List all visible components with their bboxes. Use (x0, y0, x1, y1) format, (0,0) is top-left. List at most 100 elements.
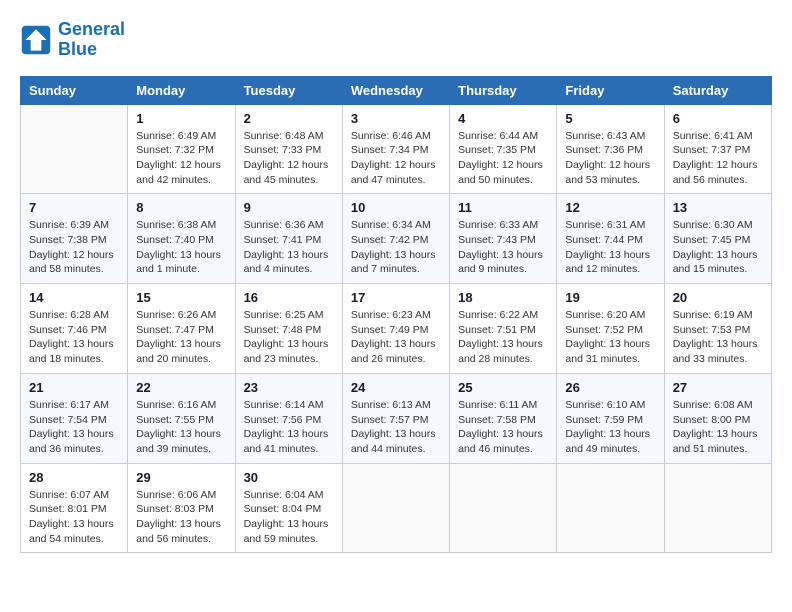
weekday-header: Wednesday (342, 76, 449, 104)
calendar-day-cell: 21 Sunrise: 6:17 AM Sunset: 7:54 PM Dayli… (21, 373, 128, 463)
day-number: 6 (673, 111, 763, 126)
day-info: Sunrise: 6:30 AM Sunset: 7:45 PM Dayligh… (673, 218, 763, 277)
day-info: Sunrise: 6:04 AM Sunset: 8:04 PM Dayligh… (244, 488, 334, 547)
day-info: Sunrise: 6:13 AM Sunset: 7:57 PM Dayligh… (351, 398, 441, 457)
weekday-header: Monday (128, 76, 235, 104)
calendar-day-cell: 25 Sunrise: 6:11 AM Sunset: 7:58 PM Dayli… (450, 373, 557, 463)
day-number: 25 (458, 380, 548, 395)
weekday-header: Thursday (450, 76, 557, 104)
calendar-week-row: 1Sunrise: 6:49 AM Sunset: 7:32 PM Daylig… (21, 104, 772, 194)
day-number: 24 (351, 380, 441, 395)
calendar-day-cell: 16 Sunrise: 6:25 AM Sunset: 7:48 PM Dayli… (235, 284, 342, 374)
calendar-day-cell: 8 Sunrise: 6:38 AM Sunset: 7:40 PM Daylig… (128, 194, 235, 284)
calendar-day-cell: 12Sunrise: 6:31 AM Sunset: 7:44 PM Dayli… (557, 194, 664, 284)
weekday-header: Sunday (21, 76, 128, 104)
calendar-day-cell: 23Sunrise: 6:14 AM Sunset: 7:56 PM Dayli… (235, 373, 342, 463)
logo-text: General Blue (58, 20, 125, 60)
day-number: 7 (29, 200, 119, 215)
calendar-week-row: 7 Sunrise: 6:39 AM Sunset: 7:38 PM Daylig… (21, 194, 772, 284)
calendar-day-cell: 28 Sunrise: 6:07 AM Sunset: 8:01 PM Dayli… (21, 463, 128, 553)
calendar-week-row: 28 Sunrise: 6:07 AM Sunset: 8:01 PM Dayli… (21, 463, 772, 553)
calendar-day-cell: 14 Sunrise: 6:28 AM Sunset: 7:46 PM Dayli… (21, 284, 128, 374)
day-number: 23 (244, 380, 334, 395)
calendar-day-cell: 20Sunrise: 6:19 AM Sunset: 7:53 PM Dayli… (664, 284, 771, 374)
day-number: 14 (29, 290, 119, 305)
day-info: Sunrise: 6:28 AM Sunset: 7:46 PM Dayligh… (29, 308, 119, 367)
calendar-day-cell: 3 Sunrise: 6:46 AM Sunset: 7:34 PM Daylig… (342, 104, 449, 194)
day-info: Sunrise: 6:46 AM Sunset: 7:34 PM Dayligh… (351, 129, 441, 188)
weekday-header: Saturday (664, 76, 771, 104)
calendar-day-cell: 5 Sunrise: 6:43 AM Sunset: 7:36 PM Daylig… (557, 104, 664, 194)
calendar-day-cell: 17Sunrise: 6:23 AM Sunset: 7:49 PM Dayli… (342, 284, 449, 374)
calendar-day-cell: 6 Sunrise: 6:41 AM Sunset: 7:37 PM Daylig… (664, 104, 771, 194)
calendar-day-cell: 30 Sunrise: 6:04 AM Sunset: 8:04 PM Dayli… (235, 463, 342, 553)
day-info: Sunrise: 6:07 AM Sunset: 8:01 PM Dayligh… (29, 488, 119, 547)
day-info: Sunrise: 6:44 AM Sunset: 7:35 PM Dayligh… (458, 129, 548, 188)
calendar-day-cell: 19Sunrise: 6:20 AM Sunset: 7:52 PM Dayli… (557, 284, 664, 374)
day-info: Sunrise: 6:16 AM Sunset: 7:55 PM Dayligh… (136, 398, 226, 457)
weekday-header: Friday (557, 76, 664, 104)
day-info: Sunrise: 6:11 AM Sunset: 7:58 PM Dayligh… (458, 398, 548, 457)
calendar-day-cell: 18 Sunrise: 6:22 AM Sunset: 7:51 PM Dayli… (450, 284, 557, 374)
day-info: Sunrise: 6:06 AM Sunset: 8:03 PM Dayligh… (136, 488, 226, 547)
calendar-day-cell: 1Sunrise: 6:49 AM Sunset: 7:32 PM Daylig… (128, 104, 235, 194)
logo: General Blue (20, 20, 125, 60)
weekday-header-row: SundayMondayTuesdayWednesdayThursdayFrid… (21, 76, 772, 104)
calendar-day-cell: 26 Sunrise: 6:10 AM Sunset: 7:59 PM Dayli… (557, 373, 664, 463)
day-number: 26 (565, 380, 655, 395)
day-number: 29 (136, 470, 226, 485)
day-info: Sunrise: 6:19 AM Sunset: 7:53 PM Dayligh… (673, 308, 763, 367)
calendar-day-cell: 27Sunrise: 6:08 AM Sunset: 8:00 PM Dayli… (664, 373, 771, 463)
day-info: Sunrise: 6:08 AM Sunset: 8:00 PM Dayligh… (673, 398, 763, 457)
calendar-week-row: 14 Sunrise: 6:28 AM Sunset: 7:46 PM Dayli… (21, 284, 772, 374)
calendar-day-cell (342, 463, 449, 553)
day-info: Sunrise: 6:39 AM Sunset: 7:38 PM Dayligh… (29, 218, 119, 277)
day-number: 11 (458, 200, 548, 215)
calendar-table: SundayMondayTuesdayWednesdayThursdayFrid… (20, 76, 772, 554)
day-number: 30 (244, 470, 334, 485)
day-info: Sunrise: 6:10 AM Sunset: 7:59 PM Dayligh… (565, 398, 655, 457)
calendar-day-cell: 9 Sunrise: 6:36 AM Sunset: 7:41 PM Daylig… (235, 194, 342, 284)
day-info: Sunrise: 6:23 AM Sunset: 7:49 PM Dayligh… (351, 308, 441, 367)
calendar-week-row: 21 Sunrise: 6:17 AM Sunset: 7:54 PM Dayli… (21, 373, 772, 463)
weekday-header: Tuesday (235, 76, 342, 104)
day-number: 3 (351, 111, 441, 126)
day-number: 16 (244, 290, 334, 305)
day-info: Sunrise: 6:33 AM Sunset: 7:43 PM Dayligh… (458, 218, 548, 277)
day-info: Sunrise: 6:22 AM Sunset: 7:51 PM Dayligh… (458, 308, 548, 367)
day-number: 15 (136, 290, 226, 305)
calendar-day-cell: 15Sunrise: 6:26 AM Sunset: 7:47 PM Dayli… (128, 284, 235, 374)
calendar-day-cell: 13 Sunrise: 6:30 AM Sunset: 7:45 PM Dayli… (664, 194, 771, 284)
day-info: Sunrise: 6:38 AM Sunset: 7:40 PM Dayligh… (136, 218, 226, 277)
calendar-day-cell (664, 463, 771, 553)
calendar-day-cell (450, 463, 557, 553)
day-number: 1 (136, 111, 226, 126)
day-info: Sunrise: 6:17 AM Sunset: 7:54 PM Dayligh… (29, 398, 119, 457)
day-number: 4 (458, 111, 548, 126)
day-number: 10 (351, 200, 441, 215)
day-number: 5 (565, 111, 655, 126)
calendar-day-cell: 24 Sunrise: 6:13 AM Sunset: 7:57 PM Dayli… (342, 373, 449, 463)
day-number: 21 (29, 380, 119, 395)
day-info: Sunrise: 6:31 AM Sunset: 7:44 PM Dayligh… (565, 218, 655, 277)
day-number: 22 (136, 380, 226, 395)
day-info: Sunrise: 6:34 AM Sunset: 7:42 PM Dayligh… (351, 218, 441, 277)
day-number: 19 (565, 290, 655, 305)
day-info: Sunrise: 6:36 AM Sunset: 7:41 PM Dayligh… (244, 218, 334, 277)
page-header: General Blue (20, 20, 772, 60)
day-number: 28 (29, 470, 119, 485)
day-number: 13 (673, 200, 763, 215)
calendar-day-cell: 29 Sunrise: 6:06 AM Sunset: 8:03 PM Dayli… (128, 463, 235, 553)
calendar-day-cell: 2Sunrise: 6:48 AM Sunset: 7:33 PM Daylig… (235, 104, 342, 194)
day-info: Sunrise: 6:25 AM Sunset: 7:48 PM Dayligh… (244, 308, 334, 367)
day-info: Sunrise: 6:41 AM Sunset: 7:37 PM Dayligh… (673, 129, 763, 188)
calendar-day-cell: 7 Sunrise: 6:39 AM Sunset: 7:38 PM Daylig… (21, 194, 128, 284)
day-number: 2 (244, 111, 334, 126)
day-number: 9 (244, 200, 334, 215)
day-number: 18 (458, 290, 548, 305)
calendar-day-cell: 4 Sunrise: 6:44 AM Sunset: 7:35 PM Daylig… (450, 104, 557, 194)
calendar-day-cell: 22 Sunrise: 6:16 AM Sunset: 7:55 PM Dayli… (128, 373, 235, 463)
logo-icon (20, 24, 52, 56)
day-info: Sunrise: 6:43 AM Sunset: 7:36 PM Dayligh… (565, 129, 655, 188)
day-number: 8 (136, 200, 226, 215)
